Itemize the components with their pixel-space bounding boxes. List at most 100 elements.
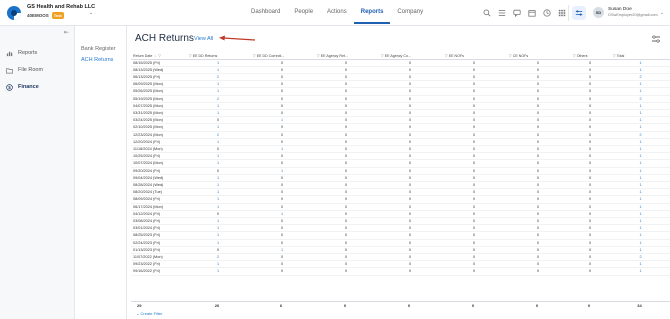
count-link[interactable]: 1 — [185, 102, 249, 110]
count-link[interactable]: 1 — [609, 145, 670, 154]
count-link[interactable]: 1 — [185, 267, 249, 276]
count-link[interactable]: 1 — [249, 145, 313, 154]
count-link[interactable]: 1 — [185, 181, 249, 190]
count-link[interactable]: 2 — [609, 253, 670, 262]
nav-actions[interactable]: Actions — [320, 0, 354, 24]
count-link[interactable]: 1 — [609, 174, 670, 182]
sidebar-item-reports[interactable]: Reports — [6, 48, 37, 58]
filter-icon[interactable]: ▽ — [381, 54, 384, 58]
list-icon[interactable] — [497, 8, 507, 18]
filter-icon[interactable]: ▽ — [509, 54, 512, 58]
count-link[interactable]: 1 — [185, 188, 249, 197]
chevron-down-icon[interactable]: ⌄ — [89, 10, 93, 16]
count-link[interactable]: 1 — [609, 188, 670, 197]
filter-icon[interactable]: ▽ — [158, 54, 161, 58]
count-link[interactable]: 1 — [609, 239, 670, 247]
filter-icon[interactable]: ▽ — [613, 54, 616, 58]
nav-people[interactable]: People — [287, 0, 320, 24]
nav-reports[interactable]: Reports — [353, 0, 391, 24]
count-link[interactable]: 1 — [609, 167, 670, 175]
count-link[interactable]: 1 — [609, 66, 670, 74]
count-link[interactable]: 1 — [609, 152, 670, 161]
count-cell: 0 — [569, 123, 609, 132]
count-link[interactable]: 1 — [185, 195, 249, 204]
count-link[interactable]: 1 — [609, 217, 670, 226]
count-link[interactable]: 1 — [185, 239, 249, 247]
filter-icon[interactable]: ▽ — [253, 54, 256, 58]
subnav-item-bank-register[interactable]: Bank Register — [81, 46, 116, 52]
count-link[interactable]: 1 — [185, 159, 249, 168]
sidebar-item-finance[interactable]: $ Finance — [6, 82, 39, 92]
count-link[interactable]: 1 — [609, 102, 670, 110]
count-link[interactable]: 1 — [609, 267, 670, 276]
count-link[interactable]: 1 — [609, 231, 670, 240]
count-link[interactable]: 1 — [609, 210, 670, 218]
filter-icon[interactable]: ▽ — [317, 54, 320, 58]
count-link[interactable]: 1 — [249, 167, 313, 175]
count-link[interactable]: 1 — [609, 181, 670, 190]
avatar[interactable]: SD — [593, 7, 604, 18]
filter-icon[interactable]: ▽ — [573, 54, 576, 58]
chevron-down-icon[interactable]: ⌄ — [660, 10, 664, 16]
count-cell: 0 — [377, 131, 441, 139]
column-settings-icon[interactable] — [651, 35, 661, 43]
count-cell: 0 — [505, 73, 569, 82]
apps-grid-icon[interactable] — [557, 8, 567, 18]
count-link[interactable]: 1 — [185, 66, 249, 74]
create-filter-button[interactable]: ⌄ Create Filter — [136, 311, 163, 316]
count-link[interactable]: 1 — [249, 246, 313, 254]
filter-icon[interactable]: ▽ — [189, 54, 192, 58]
count-link[interactable]: 1 — [609, 203, 670, 211]
count-link[interactable]: 1 — [185, 138, 249, 146]
chat-icon[interactable] — [512, 8, 522, 18]
count-link[interactable]: 1 — [609, 195, 670, 204]
sort-icon[interactable]: ↓ — [154, 54, 156, 58]
count-link[interactable]: 1 — [185, 152, 249, 161]
count-link[interactable]: 1 — [609, 80, 670, 89]
clock-icon[interactable] — [542, 8, 552, 18]
calendar-icon[interactable] — [527, 8, 537, 18]
switch-view-icon[interactable] — [572, 6, 586, 20]
count-link[interactable]: 2 — [609, 131, 670, 139]
count-link[interactable]: 1 — [185, 123, 249, 132]
count-link[interactable]: 1 — [185, 109, 249, 118]
count-link[interactable]: 1 — [185, 59, 249, 67]
count-link[interactable]: 1 — [185, 174, 249, 182]
company-switcher[interactable]: GS Health and Rehab LLC 40EMOOS Test — [27, 4, 95, 19]
sidebar-item-file-room[interactable]: File Room — [6, 65, 43, 75]
count-link[interactable]: 1 — [609, 260, 670, 269]
count-link[interactable]: 1 — [609, 138, 670, 146]
collapse-sidebar-icon[interactable]: ⇤ — [64, 29, 69, 36]
count-link[interactable]: 1 — [249, 210, 313, 218]
count-link[interactable]: 1 — [609, 246, 670, 254]
count-link[interactable]: 2 — [185, 73, 249, 82]
count-link[interactable]: 1 — [609, 123, 670, 132]
search-icon[interactable] — [482, 8, 492, 18]
nav-company[interactable]: Company — [390, 0, 430, 24]
count-link[interactable]: 1 — [609, 87, 670, 96]
count-link[interactable]: 2 — [609, 95, 670, 103]
count-link[interactable]: 1 — [609, 159, 670, 168]
count-link[interactable]: 1 — [185, 231, 249, 240]
count-link[interactable]: 1 — [185, 217, 249, 226]
count-link[interactable]: 1 — [185, 80, 249, 89]
count-cell: 0 — [441, 131, 505, 139]
count-link[interactable]: 2 — [185, 253, 249, 262]
nav-dashboard[interactable]: Dashboard — [244, 0, 287, 24]
count-link[interactable]: 1 — [185, 203, 249, 211]
count-link[interactable]: 2 — [609, 73, 670, 82]
view-all-link[interactable]: View All — [194, 36, 213, 42]
count-link[interactable]: 1 — [185, 260, 249, 269]
count-link[interactable]: 2 — [185, 131, 249, 139]
count-link[interactable]: 1 — [185, 224, 249, 233]
user-menu[interactable]: Susan Doe GSwEmployer20@gmail.com — [608, 7, 658, 17]
count-link[interactable]: 1 — [609, 109, 670, 118]
count-link[interactable]: 1 — [609, 224, 670, 233]
filter-icon[interactable]: ▽ — [445, 54, 448, 58]
count-link[interactable]: 1 — [609, 116, 670, 125]
count-link[interactable]: 1 — [609, 59, 670, 67]
count-link[interactable]: 1 — [249, 116, 313, 125]
count-link[interactable]: 2 — [185, 95, 249, 103]
subnav-item-ach-returns[interactable]: ACH Returns — [81, 57, 113, 63]
count-link[interactable]: 1 — [185, 87, 249, 96]
